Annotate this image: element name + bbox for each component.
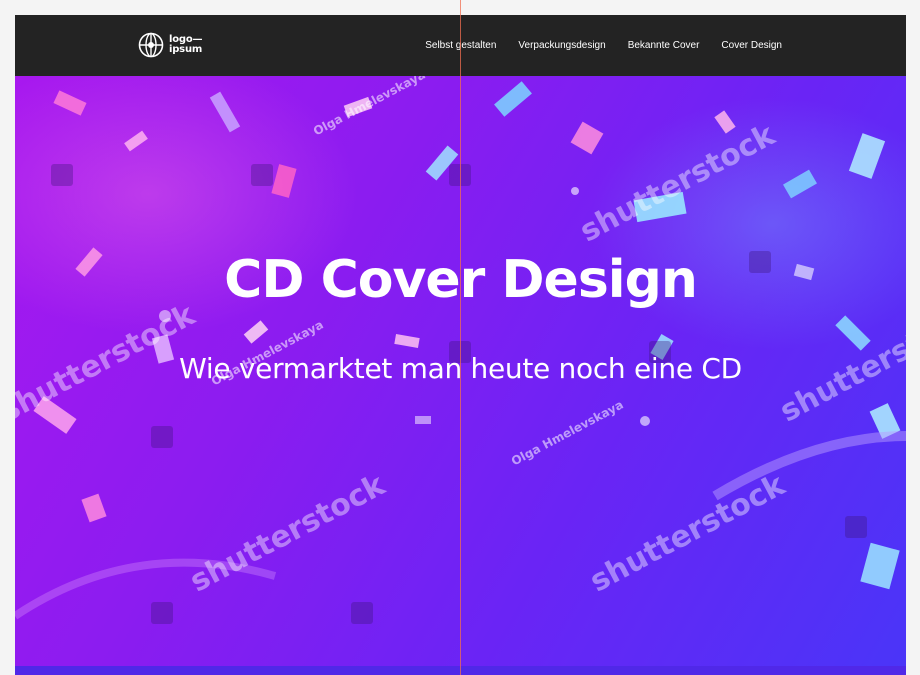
watermark-mark	[51, 164, 73, 186]
logo[interactable]: logo— ipsum	[138, 31, 203, 59]
main-nav: Selbst gestalten Verpackungsdesign Bekan…	[425, 15, 782, 76]
layout-guide-line	[460, 0, 461, 675]
watermark-mark	[251, 164, 273, 186]
nav-link-verpackungsdesign[interactable]: Verpackungsdesign	[518, 40, 605, 51]
watermark-mark	[845, 516, 867, 538]
logo-line-2: ipsum	[169, 44, 203, 55]
watermark-mark	[151, 426, 173, 448]
nav-link-bekannte-cover[interactable]: Bekannte Cover	[628, 40, 700, 51]
globe-logo-icon	[138, 32, 164, 58]
watermark-mark	[351, 602, 373, 624]
nav-link-cover-design[interactable]: Cover Design	[721, 40, 782, 51]
watermark-mark	[151, 602, 173, 624]
logo-text: logo— ipsum	[169, 35, 203, 55]
